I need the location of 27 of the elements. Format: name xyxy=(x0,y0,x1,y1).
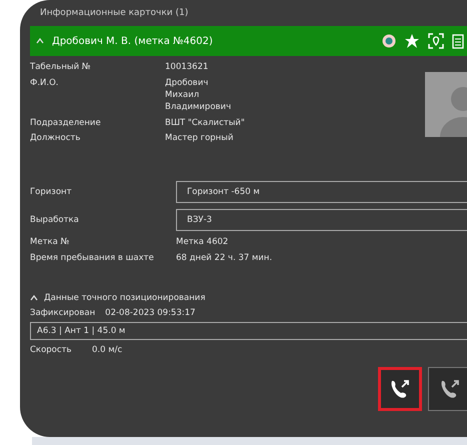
field-value: ВШТ "Скалистый" xyxy=(165,118,246,130)
field-label: Время пребывания в шахте xyxy=(30,253,155,264)
card-title: Дробович М. В. (метка №4602) xyxy=(52,36,214,46)
field-label: Ф.И.О. xyxy=(30,78,60,90)
field-label: Подразделение xyxy=(30,118,102,130)
card-header[interactable]: Дробович М. В. (метка №4602) xyxy=(30,26,467,56)
field-label: Метка № xyxy=(30,237,70,248)
field-value: Дробович xyxy=(165,78,210,90)
value-field: Горизонт -650 м xyxy=(176,181,467,204)
panel-title: Информационные карточки (1) xyxy=(40,8,190,18)
field-label: Зафиксирован xyxy=(30,308,96,318)
field-label: Табельный № xyxy=(30,62,92,74)
value-field: ВЗУ-3 xyxy=(176,209,467,232)
field-label: Горизонт xyxy=(30,187,73,198)
section-title: Данные точного позиционирования xyxy=(44,293,206,304)
field-label: Должность xyxy=(30,133,82,146)
field-value: 68 дней 22 ч. 37 мин. xyxy=(176,253,274,264)
field-label: Выработка xyxy=(30,215,80,226)
position-field: А6.3 | Ант 1 | 45.0 м xyxy=(30,322,467,340)
field-value: 10013621 xyxy=(165,62,210,74)
field-value: Владимирович xyxy=(165,102,232,114)
field-value: 02-08-2023 09:53:17 xyxy=(105,308,196,318)
field-label: Скорость xyxy=(30,345,72,356)
field-value: Михаил xyxy=(165,90,200,102)
field-value: 0.0 м/с xyxy=(92,345,122,356)
field-value: Метка 4602 xyxy=(176,237,230,248)
field-value: Мастер горный xyxy=(165,133,234,146)
